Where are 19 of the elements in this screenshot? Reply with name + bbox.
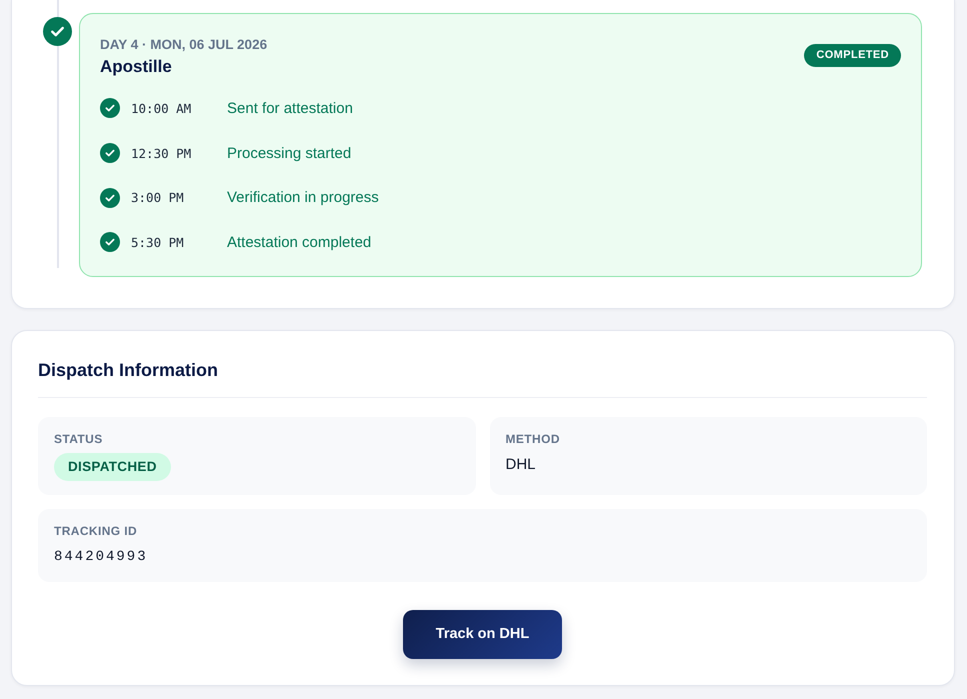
field-label: STATUS bbox=[54, 432, 103, 447]
status-badge: DISPATCHED bbox=[54, 452, 171, 481]
event-description: Processing started bbox=[227, 144, 352, 162]
track-button[interactable]: Track on DHL bbox=[403, 610, 562, 659]
field-label: TRACKING ID bbox=[54, 524, 138, 539]
field-value: DHL bbox=[506, 454, 536, 475]
event-time: 12:30 PM bbox=[131, 146, 192, 161]
event-time: 3:00 PM bbox=[131, 190, 185, 206]
tracking-number: 844204993 bbox=[54, 548, 148, 567]
section-title: Dispatch Information bbox=[38, 358, 218, 382]
event-description: Attestation completed bbox=[227, 234, 372, 251]
field-label: METHOD bbox=[506, 432, 560, 447]
event-time: 10:00 AM bbox=[131, 100, 192, 116]
day-date: DAY 4 · MON, 06 JUL 2026 bbox=[100, 36, 268, 53]
event-description: Verification in progress bbox=[227, 189, 379, 206]
status-badge: COMPLETED bbox=[804, 44, 901, 66]
event-time: 5:30 PM bbox=[131, 234, 185, 250]
day-title: Apostille bbox=[100, 56, 173, 77]
event-description: Sent for attestation bbox=[227, 100, 353, 117]
